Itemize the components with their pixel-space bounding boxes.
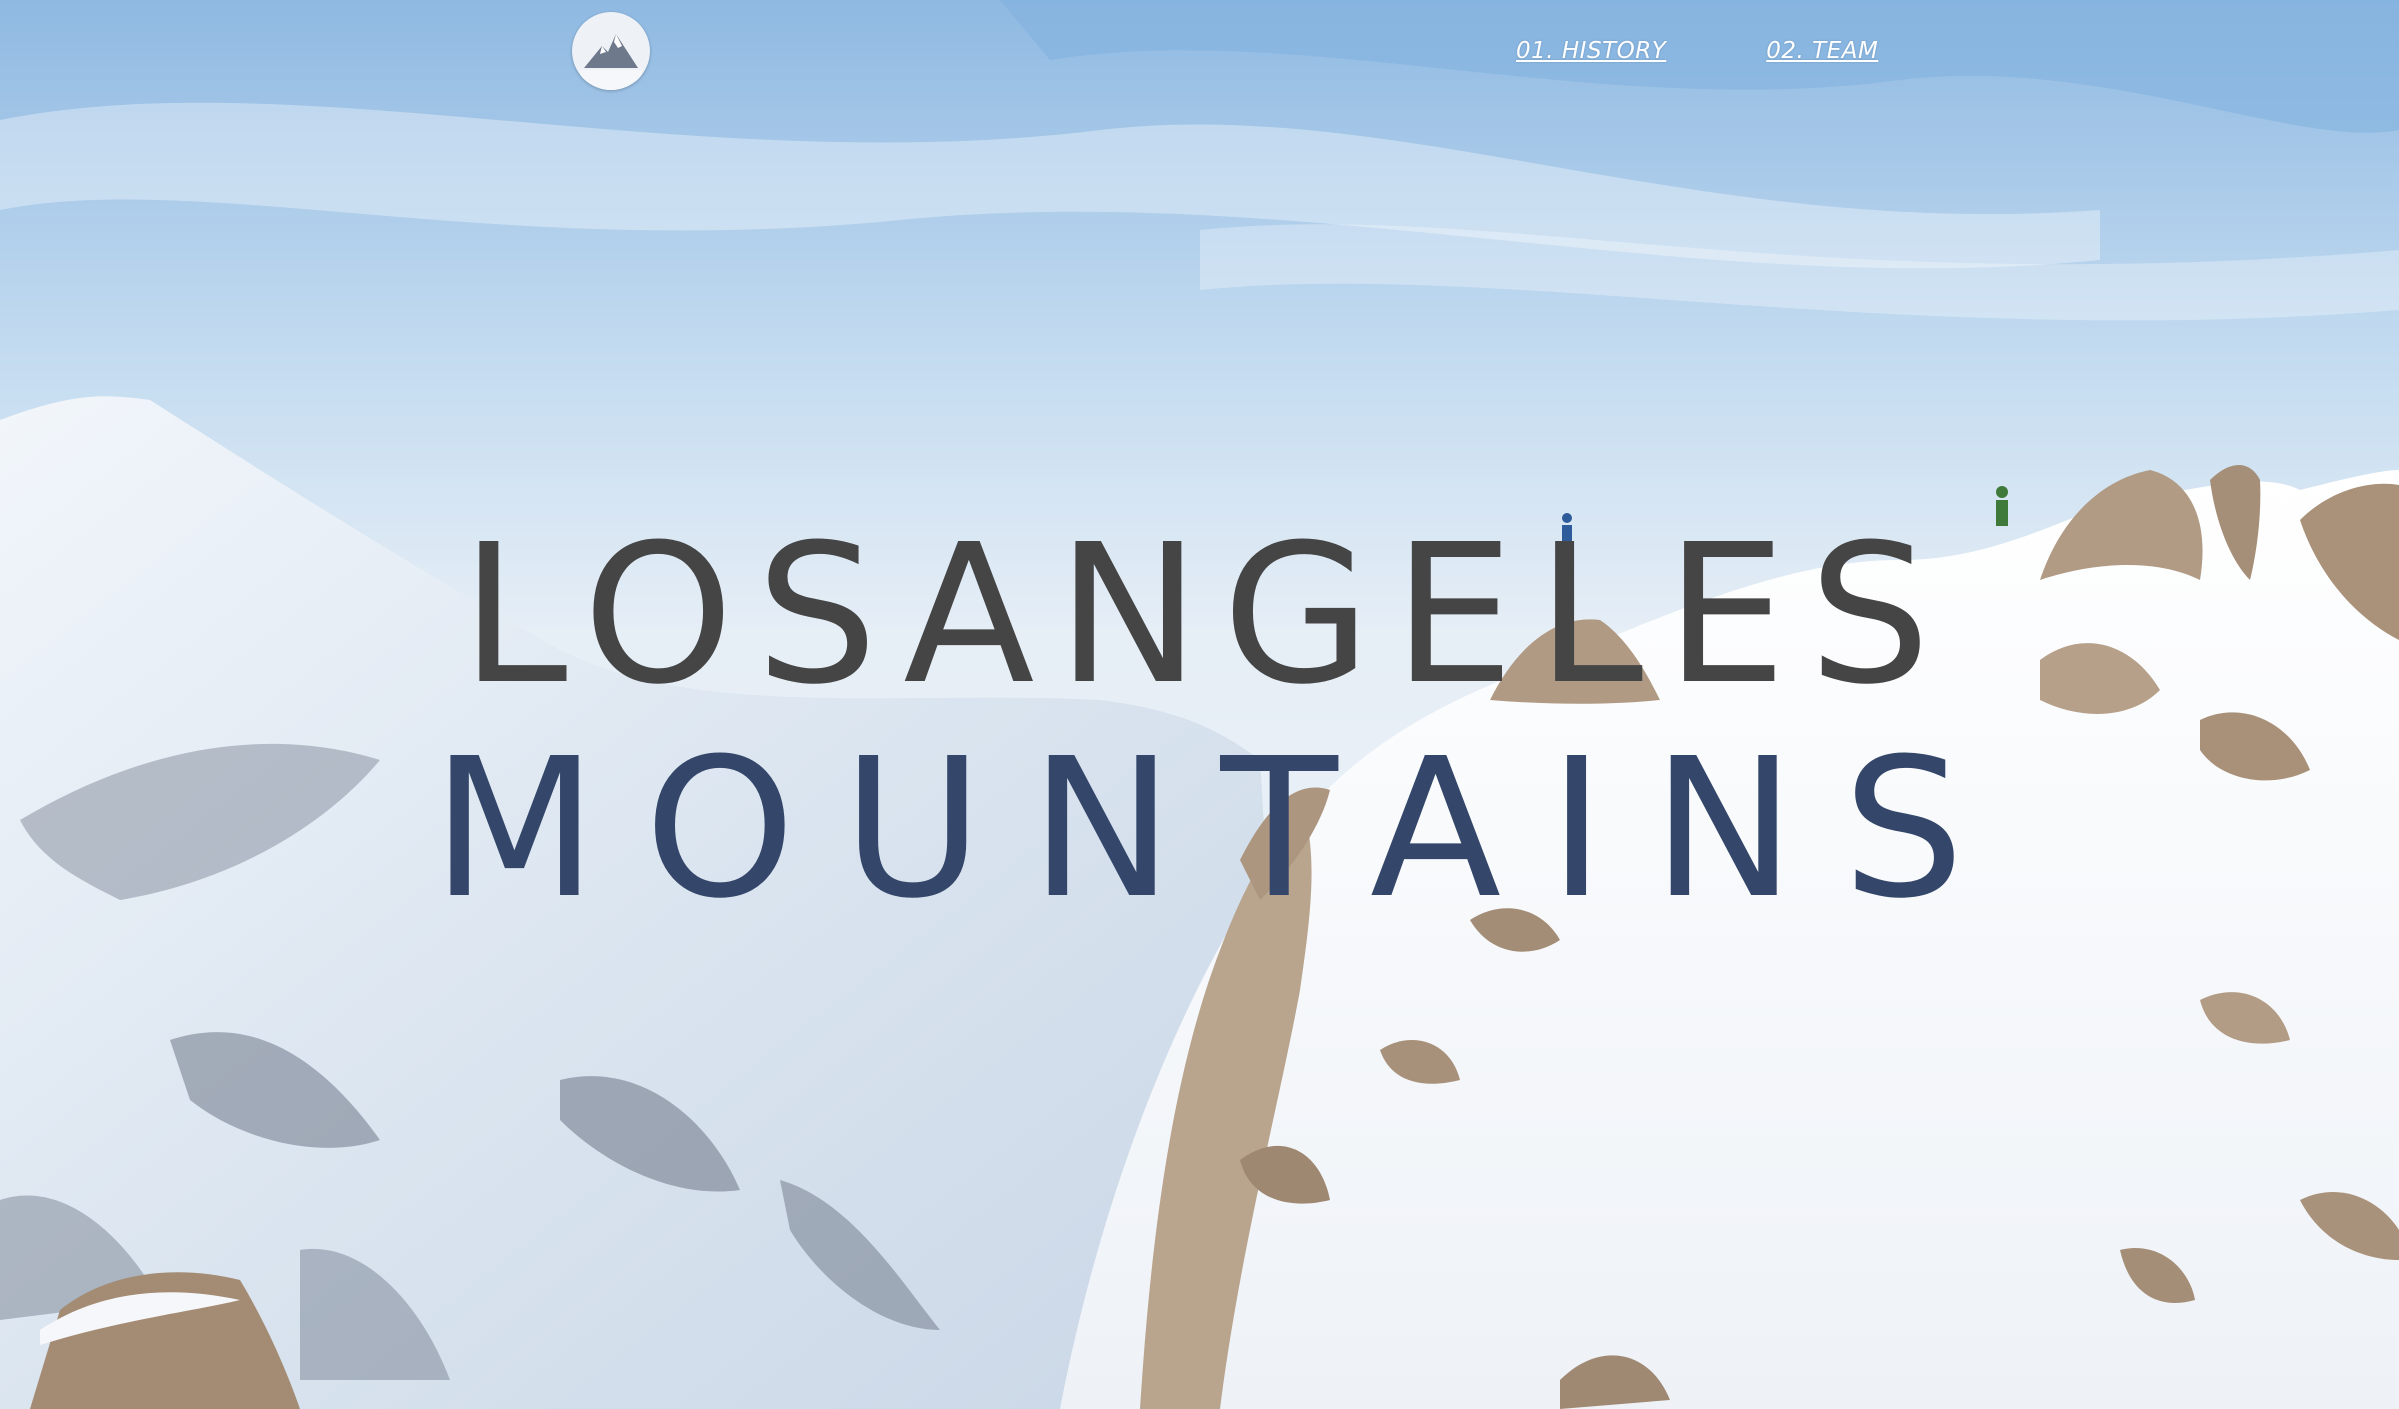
hero-title-line-1: LOSANGELES (460, 504, 1953, 727)
logo-button[interactable] (572, 12, 650, 90)
hero-title: LOSANGELES MOUNTAINS (0, 520, 2399, 926)
nav-link-history[interactable]: 01. HISTORY (1516, 38, 1666, 72)
hero-section: 01. HISTORY 02. TEAM LOSANGELES MOUNTAIN… (0, 0, 2399, 1409)
nav-link-team[interactable]: 02. TEAM (1766, 38, 1878, 72)
mountain-icon (572, 12, 650, 90)
hero-title-line-2: MOUNTAINS (431, 718, 2012, 941)
main-nav: 01. HISTORY 02. TEAM (1516, 38, 1878, 72)
